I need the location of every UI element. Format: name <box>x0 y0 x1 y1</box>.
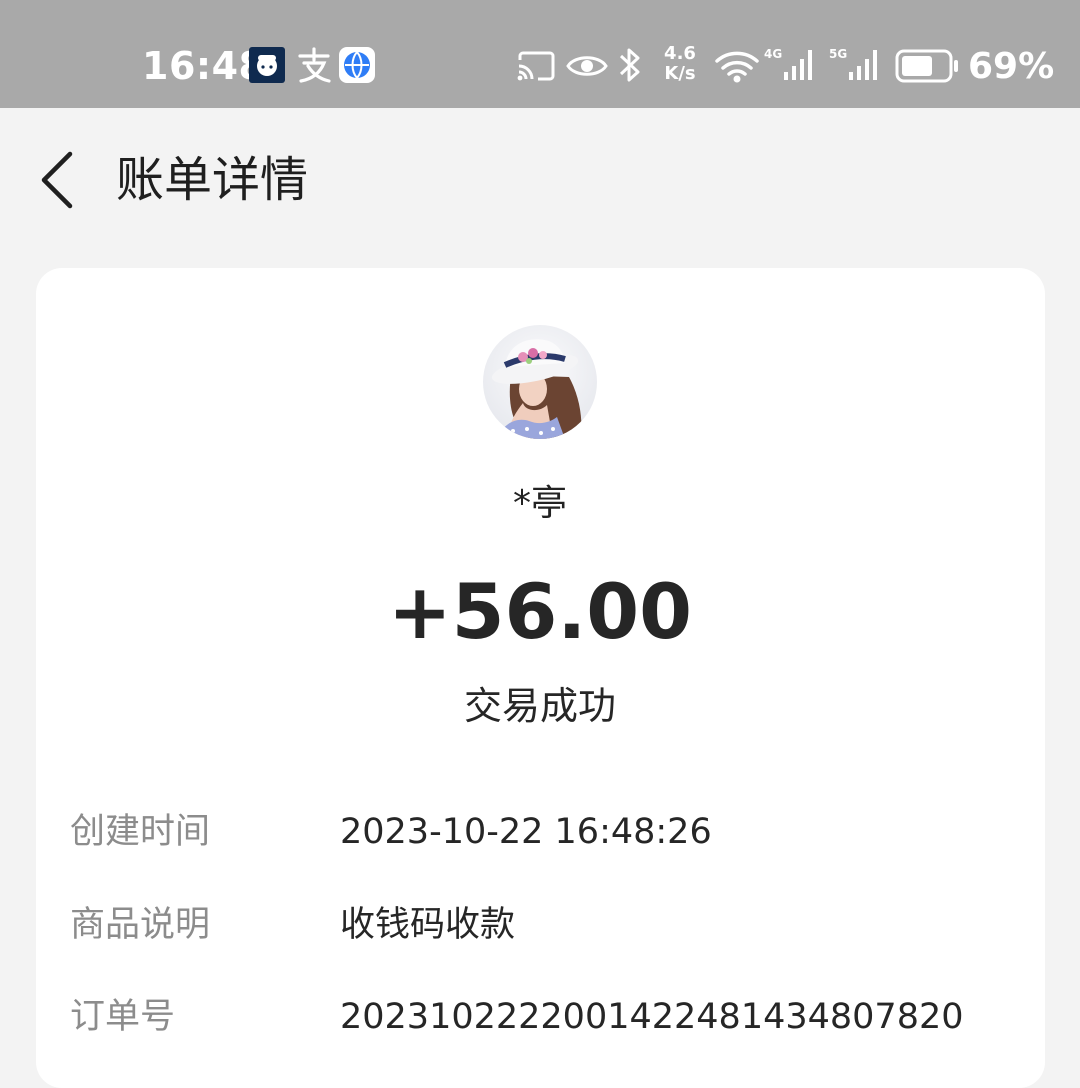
battery-percent: 69% <box>968 46 1055 87</box>
detail-label: 商品说明 <box>70 905 211 945</box>
signal-4g-icon: 4G <box>764 46 820 82</box>
detail-row-description: 商品说明 收钱码收款 <box>70 895 1010 955</box>
wifi-icon <box>714 48 760 84</box>
detail-label: 创建时间 <box>70 812 211 852</box>
battery-icon <box>895 49 959 83</box>
cast-icon <box>516 50 556 82</box>
signal-5g-icon: 5G <box>829 46 885 82</box>
chevron-left-icon <box>41 151 73 209</box>
detail-value: 2023-10-22 16:48:26 <box>340 812 712 852</box>
avatar[interactable] <box>483 325 597 439</box>
page-title: 账单详情 <box>116 152 309 208</box>
eye-icon <box>566 50 608 82</box>
status-time: 16:48 <box>142 44 266 88</box>
svg-text:5G: 5G <box>829 47 847 61</box>
status-bar: 16:48 4.6 K/s 4G 5G 69% <box>0 0 1080 108</box>
detail-row-created-time: 创建时间 2023-10-22 16:48:26 <box>70 802 1010 862</box>
detail-row-order-number: 订单号 20231022220014224814348078​20 <box>70 987 1010 1047</box>
bluetooth-icon <box>618 46 642 84</box>
detail-value: 收钱码收款 <box>340 905 516 945</box>
alipay-icon <box>296 46 332 84</box>
detail-label: 订单号 <box>70 997 176 1037</box>
back-button[interactable] <box>30 148 86 212</box>
net-speed: 4.6 K/s <box>664 43 696 84</box>
transaction-status: 交易成功 <box>463 684 616 728</box>
notification-app-icon <box>249 47 285 83</box>
detail-value[interactable]: 20231022220014224814348078​20 <box>340 987 964 1047</box>
amount: +56.00 <box>387 567 693 656</box>
svg-text:4G: 4G <box>764 47 782 61</box>
browser-icon <box>339 47 375 83</box>
payer-name: *亭 <box>512 483 567 524</box>
